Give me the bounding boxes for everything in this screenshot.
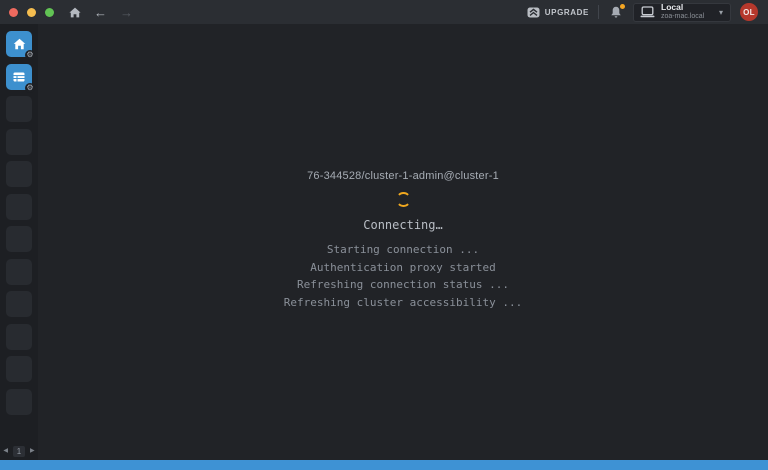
hotbar: ⚙ ⚙ ◀ 1 ▶: [0, 24, 38, 460]
topbar: ← → UPGRADE Local zoa-mac.local ▾ OL: [0, 0, 768, 24]
window-controls: [9, 7, 54, 17]
notification-dot: [620, 3, 625, 9]
hotbar-item-catalog[interactable]: ⚙: [6, 63, 35, 93]
hotbar-empty-slot: [6, 388, 32, 415]
avatar[interactable]: OL: [740, 3, 758, 21]
hotbar-pagination: ◀ 1 ▶: [0, 445, 38, 457]
topbar-nav: ← →: [69, 6, 133, 19]
status-line: Authentication proxy started: [310, 260, 496, 274]
upgrade-button[interactable]: UPGRADE: [527, 7, 589, 18]
prev-page-icon[interactable]: ◀: [3, 448, 8, 454]
maximize-button[interactable]: [45, 7, 54, 17]
upgrade-label: UPGRADE: [544, 7, 589, 17]
catalog-list-icon: [12, 70, 26, 84]
status-bar: [0, 460, 768, 470]
connection-title: 76-344528/cluster-1-admin@cluster-1: [307, 170, 499, 182]
hotbar-item-home[interactable]: ⚙: [6, 31, 35, 60]
cluster-select-value: Local: [661, 2, 684, 13]
hotbar-empty-slot: [6, 356, 32, 382]
hotbar-empty-slot: [6, 323, 32, 350]
chevron-down-icon: ▾: [718, 7, 723, 17]
main-content: 76-344528/cluster-1-admin@cluster-1 Conn…: [38, 24, 768, 460]
page-number: 1: [13, 445, 25, 457]
status-line: Refreshing connection status ...: [297, 278, 509, 292]
home-icon[interactable]: [69, 7, 81, 18]
close-button[interactable]: [9, 7, 18, 17]
status-line: Starting connection ...: [326, 243, 480, 256]
status-line: Refreshing cluster accessibility ...: [283, 295, 523, 309]
spinner: [395, 192, 411, 207]
cluster-select-dropdown[interactable]: Local zoa-mac.local ▾: [633, 2, 731, 22]
app-window: ← → UPGRADE Local zoa-mac.local ▾ OL ⚙ ⚙…: [0, 0, 768, 470]
status-log: Starting connection ... Authentication p…: [38, 241, 768, 311]
minimize-button[interactable]: [27, 7, 36, 17]
hotbar-empty-slot: [6, 193, 32, 220]
cluster-select-subtitle: zoa-mac.local: [661, 12, 705, 20]
hotbar-empty-slot: [6, 291, 32, 317]
cluster-connect-status: 76-344528/cluster-1-admin@cluster-1 Conn…: [38, 170, 768, 311]
laptop-icon: [640, 6, 655, 18]
topbar-divider: [598, 5, 599, 19]
notifications-button[interactable]: [610, 3, 625, 19]
gear-icon[interactable]: ⚙: [25, 82, 35, 93]
hotbar-empty-slot: [6, 161, 32, 187]
cluster-select-text: Local zoa-mac.local: [661, 2, 705, 21]
hotbar-empty-slot: [6, 226, 32, 252]
back-arrow-icon[interactable]: ←: [94, 6, 107, 19]
gear-icon[interactable]: ⚙: [25, 50, 35, 60]
upgrade-icon: [527, 7, 540, 18]
hotbar-empty-slot: [6, 128, 32, 155]
status-heading: Connecting…: [363, 218, 443, 232]
hotbar-empty-slot: [6, 258, 32, 285]
hotbar-empty-slots: [6, 96, 32, 415]
topbar-right: UPGRADE Local zoa-mac.local ▾ OL: [527, 2, 758, 22]
home-icon: [13, 38, 26, 50]
app-body: ⚙ ⚙ ◀ 1 ▶ 76-344528/cluster-1-admin@clus…: [0, 24, 768, 460]
hotbar-empty-slot: [6, 96, 32, 122]
forward-arrow-icon[interactable]: →: [120, 6, 133, 19]
next-page-icon[interactable]: ▶: [30, 448, 35, 454]
